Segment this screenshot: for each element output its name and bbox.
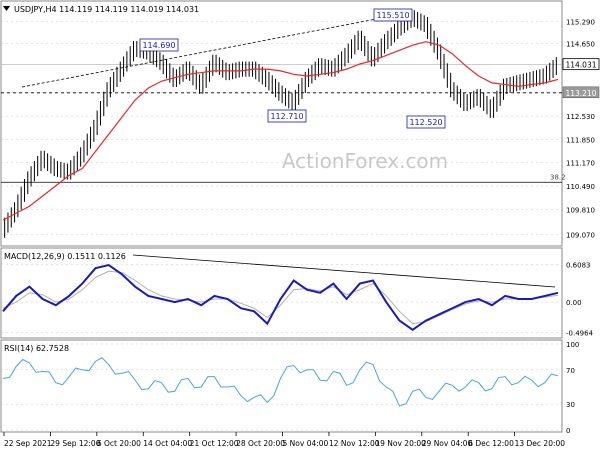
price-y-tick-label: 111.170 [566,160,595,168]
fib-label: 38.2 [550,173,566,181]
macd-y-tick-label: -0.4964 [566,330,594,338]
annotation-112710: 112.710 [267,109,307,123]
annotation-115510: 115.510 [373,8,413,22]
macd-panel [0,247,563,339]
time-axis-label: 6 Oct 20:00 [97,439,141,448]
time-axis-label: 22 Sep 2021 [4,439,52,448]
rsi-y-tick-label: 30 [566,401,575,409]
annotation-label: 115.510 [376,11,409,20]
price-y-tick-label: 109.070 [566,232,595,240]
chart-window: USDJPY,H4 114.119 114.119 114.019 114.03… [0,0,600,450]
current-price-label: 114.031 [565,61,596,70]
support-label: 113.210 [565,89,596,98]
time-axis-label: 5 Nov 04:00 [283,439,329,448]
time-axis-label: 28 Oct 20:00 [236,439,285,448]
price-y-tick-label: 111.850 [566,136,595,144]
time-axis-label: 13 Dec 20:00 [515,439,566,448]
time-axis-label: 29 Sep 12:00 [50,439,100,448]
annotation-label: 112.710 [270,112,303,121]
current-price-tag: 114.031 [562,58,600,71]
macd-y-tick-label: 0.6083 [566,262,591,270]
time-axis-label: 21 Oct 12:00 [190,439,239,448]
macd-panel-header: MACD(12,26,9) 0.1511 0.1126 [4,252,126,261]
annotation-label: 114.690 [142,41,175,50]
price-panel-header: USDJPY,H4 114.119 114.119 114.019 114.03… [14,5,199,14]
time-axis-label: 19 Nov 20:00 [375,439,426,448]
price-y-tick-label: 110.490 [566,183,595,191]
time-axis-label: 6 Dec 12:00 [468,439,514,448]
annotation-114690: 114.690 [139,38,179,52]
rsi-y-tick-label: 0 [566,427,570,435]
rsi-y-tick-label: 70 [566,367,575,375]
rsi-panel [0,339,563,433]
watermark: ActionForex.com [282,149,448,173]
annotation-112520: 112.520 [406,115,446,129]
rsi-y-tick-label: 100 [566,341,579,349]
price-y-tick-label: 109.810 [566,206,595,214]
time-axis-label: 12 Nov 12:00 [329,439,380,448]
time-axis-label: 29 Nov 04:00 [422,439,473,448]
time-axis-label: 14 Oct 04:00 [143,439,192,448]
support-tag: 113.210 [562,86,600,99]
macd-y-tick-label: 0.00 [566,299,582,307]
rsi-panel-header: RSI(14) 62.7528 [4,344,69,353]
annotation-label: 112.520 [409,118,442,127]
price-y-tick-label: 115.290 [566,18,595,26]
price-y-tick-label: 114.650 [566,40,595,48]
price-y-tick-label: 112.530 [566,113,595,121]
